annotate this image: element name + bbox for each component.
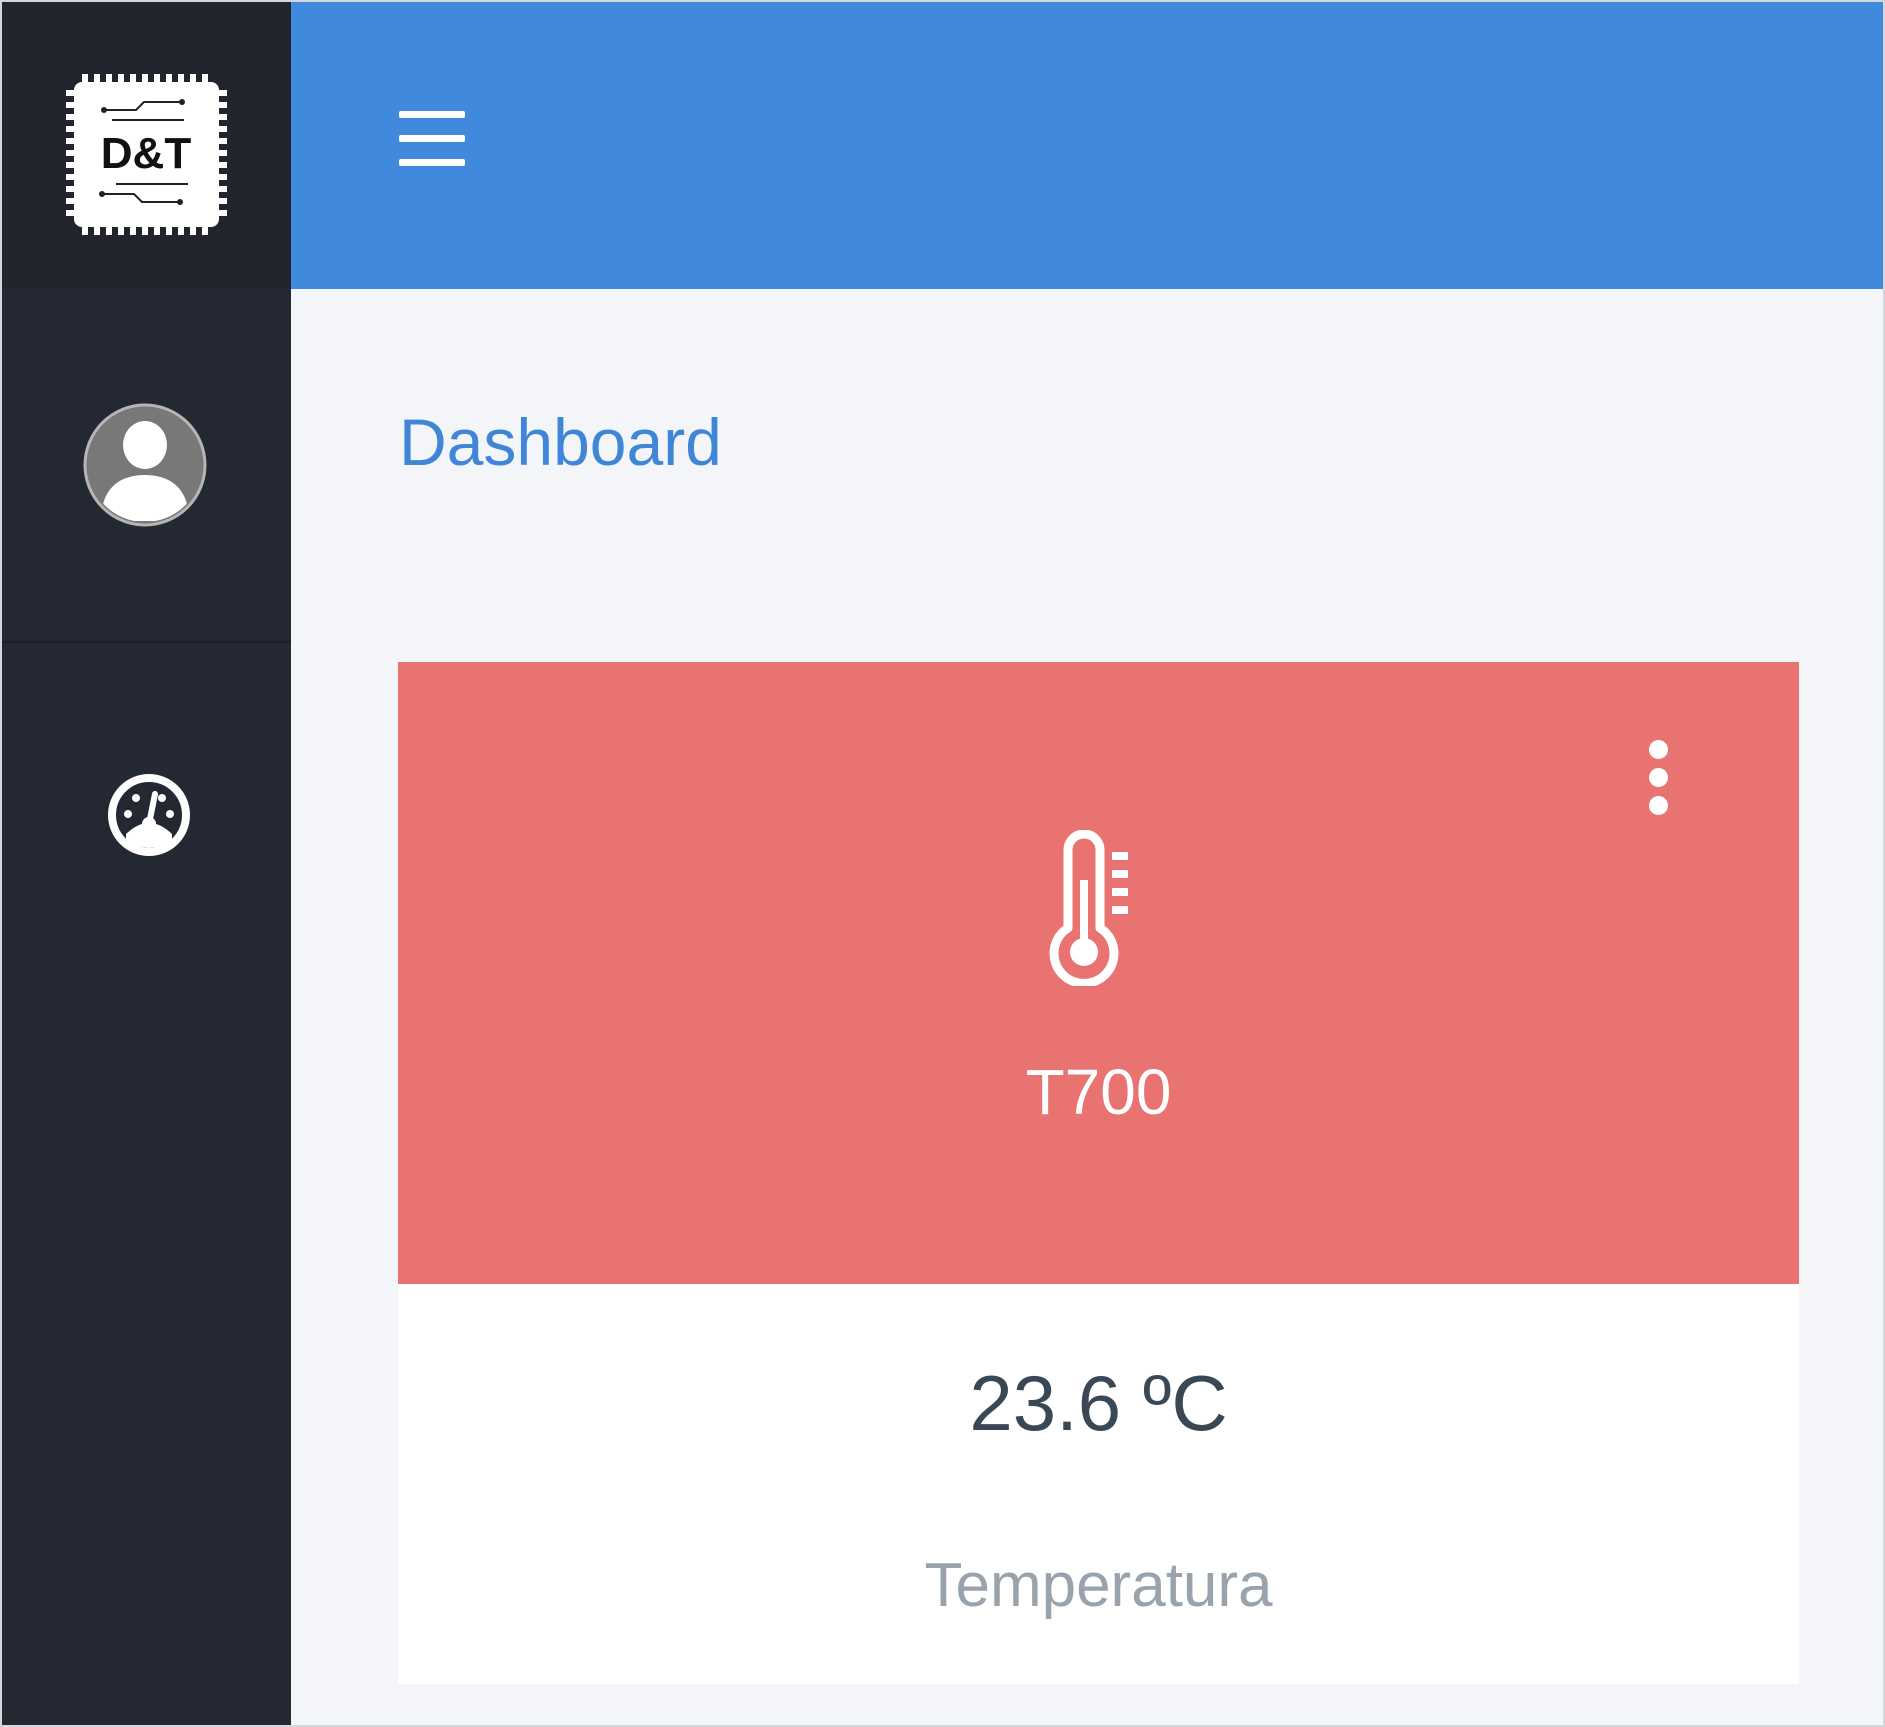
sidebar: D&T [2,2,291,1725]
thermometer-icon [1049,830,1128,986]
sensor-name: T700 [1025,1056,1172,1128]
chip-logo: D&T [66,74,227,235]
main-content: Dashboard T700 23.6 ºC Temperatura [291,289,1883,1725]
sensor-type: Temperatura [924,1551,1273,1620]
sensor-card-header: T700 [398,662,1799,1284]
sensor-card[interactable]: T700 23.6 ºC Temperatura [398,662,1799,1684]
sensor-value: 23.6 ºC [969,1359,1228,1447]
page-title: Dashboard [399,405,722,479]
svg-text:D&T: D&T [101,129,192,178]
user-avatar-icon[interactable] [83,403,207,527]
sidebar-item-dashboard[interactable] [2,732,291,892]
user-panel [2,289,291,643]
dashboard-gauge-icon [108,774,190,856]
logo-area: D&T [2,2,291,289]
top-bar [291,2,1883,289]
more-vertical-icon[interactable] [1643,740,1673,816]
app-window: D&T Dashboard T700 23.6 ºC Temperatura [0,0,1885,1727]
hamburger-menu-icon[interactable] [399,111,465,171]
